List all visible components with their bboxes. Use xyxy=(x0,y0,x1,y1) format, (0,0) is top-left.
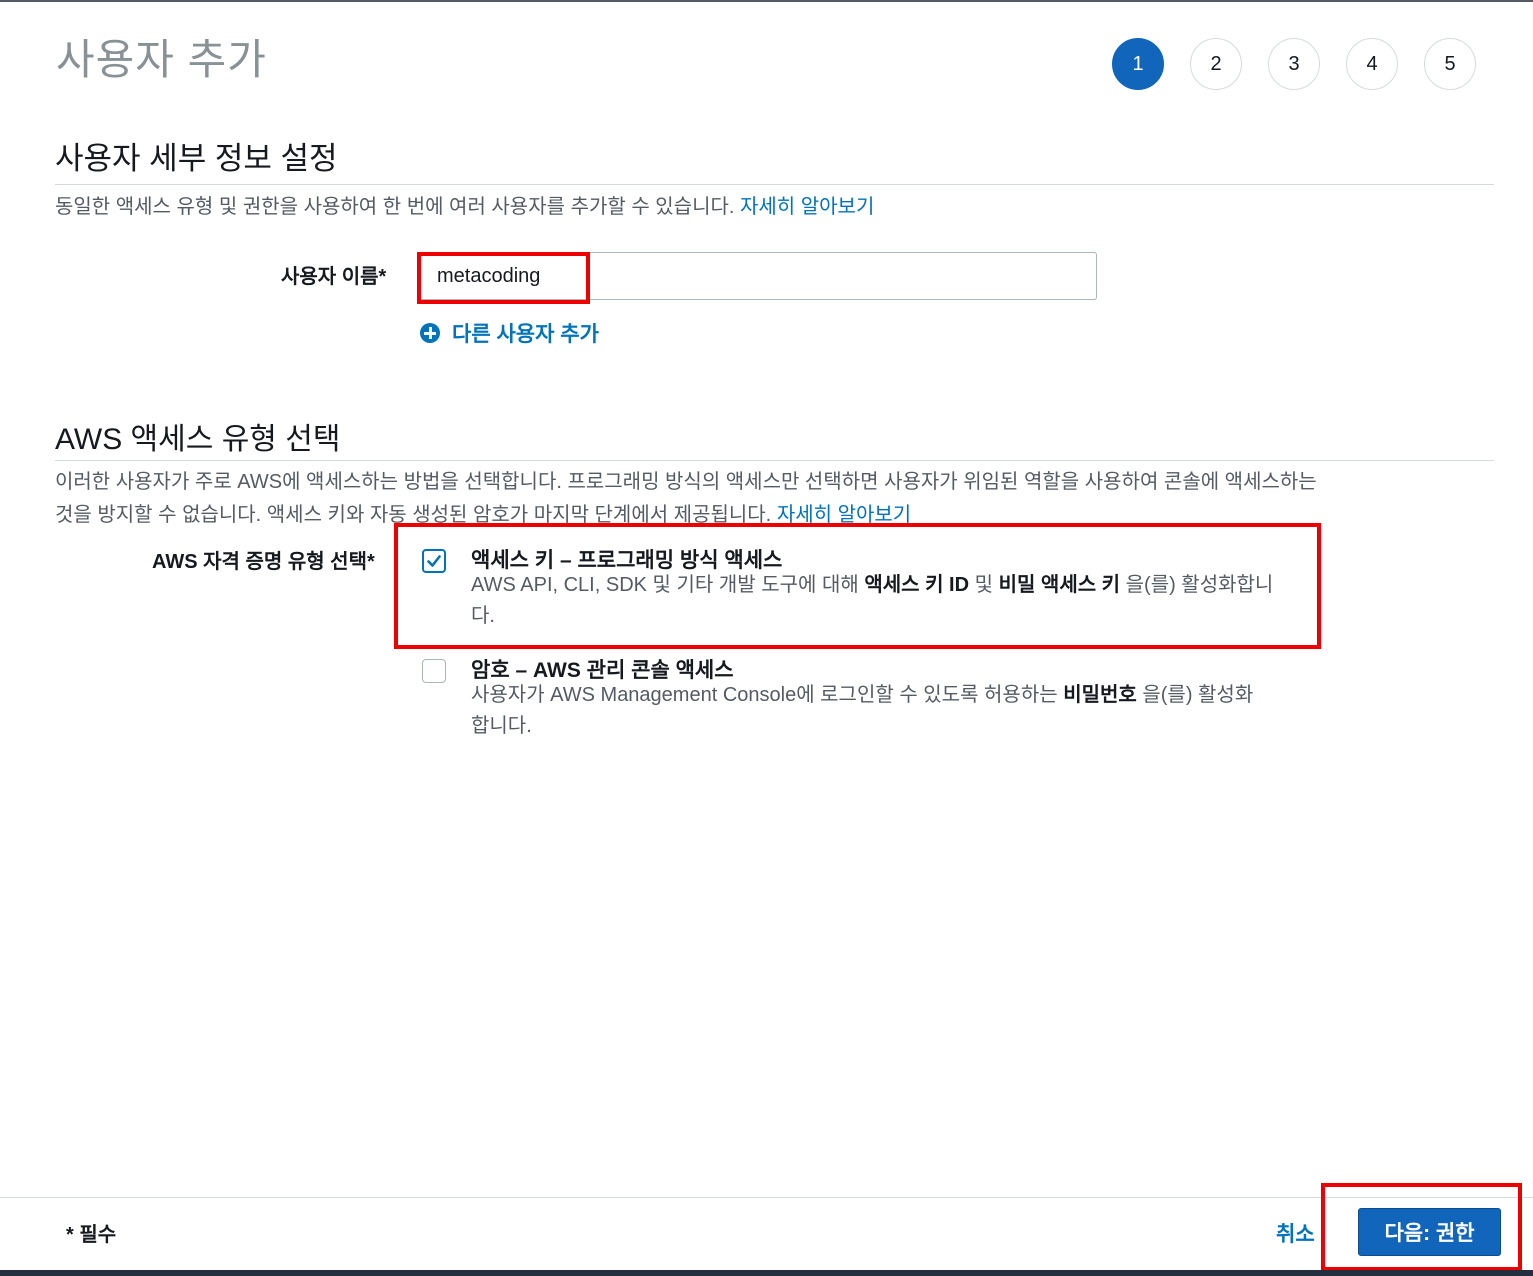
access-learn-more-link[interactable]: 자세히 알아보기 xyxy=(777,504,911,526)
secret-access-key-term: 비밀 액세스 키 xyxy=(998,574,1121,596)
password-term: 비밀번호 xyxy=(1063,684,1137,706)
password-option[interactable]: 암호 – AWS 관리 콘솔 액세스 사용자가 AWS Management C… xyxy=(420,654,1253,750)
access-description-line1: 이러한 사용자가 주로 AWS에 액세스하는 방법을 선택합니다. 프로그래밍 … xyxy=(55,471,1317,493)
details-section-title: 사용자 세부 정보 설정 xyxy=(55,141,338,176)
add-another-user-link[interactable]: 다른 사용자 추가 xyxy=(420,318,599,348)
access-key-desc-and: 및 xyxy=(969,574,999,596)
access-divider xyxy=(55,460,1494,461)
access-description-line2: 것을 방지할 수 없습니다. 액세스 키와 자동 생성된 암호가 마지막 단계에… xyxy=(55,504,772,526)
access-key-checkbox[interactable] xyxy=(422,549,446,573)
credential-type-label: AWS 자격 증명 유형 선택* xyxy=(152,551,375,573)
step-4[interactable]: 4 xyxy=(1346,38,1398,90)
page-title: 사용자 추가 xyxy=(56,36,267,83)
password-checkbox[interactable] xyxy=(422,659,446,683)
cancel-link[interactable]: 취소 xyxy=(1276,1218,1315,1248)
access-key-id-term: 액세스 키 ID xyxy=(864,574,970,596)
next-permissions-button[interactable]: 다음: 권한 xyxy=(1358,1208,1501,1256)
username-label: 사용자 이름* xyxy=(281,266,387,288)
required-note: * 필수 xyxy=(66,1224,117,1246)
access-description: 이러한 사용자가 주로 AWS에 액세스하는 방법을 선택합니다. 프로그래밍 … xyxy=(55,466,1317,532)
wizard-steps: 1 2 3 4 5 xyxy=(1112,38,1476,90)
add-another-user-label: 다른 사용자 추가 xyxy=(452,323,599,346)
details-description: 동일한 액세스 유형 및 권한을 사용하여 한 번에 여러 사용자를 추가할 수… xyxy=(55,191,874,224)
password-description: 사용자가 AWS Management Console에 로그인할 수 있도록 … xyxy=(471,680,1271,742)
step-2[interactable]: 2 xyxy=(1190,38,1242,90)
details-description-text: 동일한 액세스 유형 및 권한을 사용하여 한 번에 여러 사용자를 추가할 수… xyxy=(55,196,735,218)
step-1[interactable]: 1 xyxy=(1112,38,1164,90)
step-5[interactable]: 5 xyxy=(1424,38,1476,90)
username-input[interactable] xyxy=(418,252,1097,300)
checkmark-icon xyxy=(427,555,441,567)
footer-divider xyxy=(0,1197,1533,1198)
access-section-title: AWS 액세스 유형 선택 xyxy=(55,423,341,456)
access-key-description: AWS API, CLI, SDK 및 기타 개발 도구에 대해 액세스 키 I… xyxy=(471,570,1291,632)
access-key-desc-text: AWS API, CLI, SDK 및 기타 개발 도구에 대해 xyxy=(471,574,865,596)
top-border xyxy=(0,0,1533,2)
access-key-option[interactable]: 액세스 키 – 프로그래밍 방식 액세스 AWS API, CLI, SDK 및… xyxy=(420,544,1273,640)
details-divider xyxy=(55,184,1494,185)
password-desc-text: 사용자가 AWS Management Console에 로그인할 수 있도록 … xyxy=(471,684,1064,706)
plus-circle-icon xyxy=(420,323,440,343)
bottom-bar xyxy=(0,1270,1533,1276)
details-learn-more-link[interactable]: 자세히 알아보기 xyxy=(740,196,874,218)
step-3[interactable]: 3 xyxy=(1268,38,1320,90)
access-description-line2-wrap: 것을 방지할 수 없습니다. 액세스 키와 자동 생성된 암호가 마지막 단계에… xyxy=(55,499,1317,532)
